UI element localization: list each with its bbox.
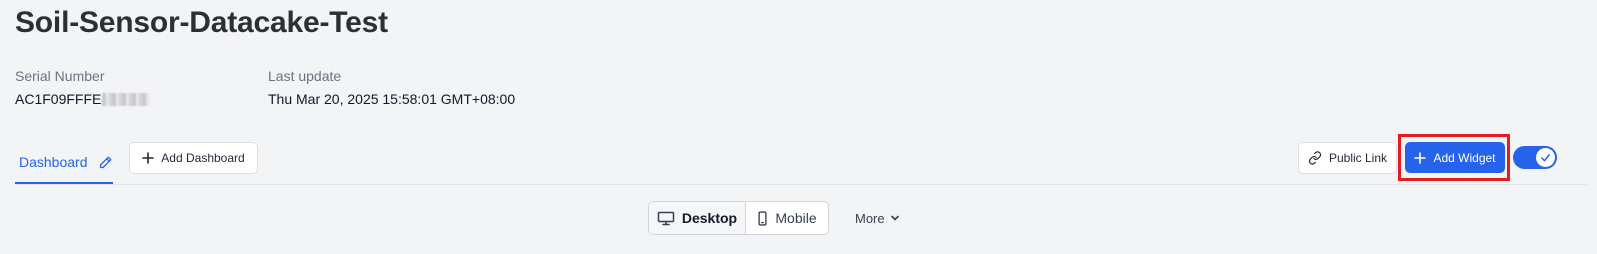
more-dropdown[interactable]: More (855, 208, 900, 228)
last-update-label: Last update (268, 68, 342, 84)
desktop-view-button[interactable]: Desktop (649, 202, 746, 234)
redacted-serial-suffix (102, 92, 150, 106)
desktop-label: Desktop (681, 210, 738, 226)
tab-dashboard-label: Dashboard (19, 154, 88, 170)
link-icon (1308, 151, 1322, 165)
serial-number-text: AC1F09FFFE (15, 91, 102, 107)
tabs-divider (15, 184, 1587, 185)
public-link-button[interactable]: Public Link (1298, 142, 1397, 174)
toggle-knob (1536, 148, 1555, 167)
mobile-label: Mobile (775, 210, 817, 226)
add-dashboard-button[interactable]: Add Dashboard (129, 142, 258, 174)
page-title: Soil-Sensor-Datacake-Test (15, 6, 388, 39)
edit-mode-toggle[interactable] (1513, 146, 1557, 169)
more-label: More (855, 210, 885, 226)
tab-dashboard[interactable]: Dashboard (15, 140, 117, 184)
phone-icon (757, 210, 768, 226)
serial-number-label: Serial Number (15, 68, 105, 84)
monitor-icon (657, 211, 675, 226)
check-icon (1540, 152, 1551, 163)
chevron-down-icon (890, 213, 900, 223)
add-widget-highlight-box (1398, 134, 1510, 181)
add-dashboard-label: Add Dashboard (161, 151, 245, 165)
plus-icon (142, 152, 155, 164)
pencil-icon[interactable] (98, 155, 113, 170)
public-link-label: Public Link (1328, 151, 1388, 165)
mobile-view-button[interactable]: Mobile (746, 202, 828, 234)
serial-number-value: AC1F09FFFE (15, 90, 150, 108)
view-mode-switch: Desktop Mobile (648, 201, 829, 235)
last-update-value: Thu Mar 20, 2025 15:58:01 GMT+08:00 (268, 91, 516, 107)
device-dashboard-page: Soil-Sensor-Datacake-Test Serial Number … (0, 0, 1597, 254)
